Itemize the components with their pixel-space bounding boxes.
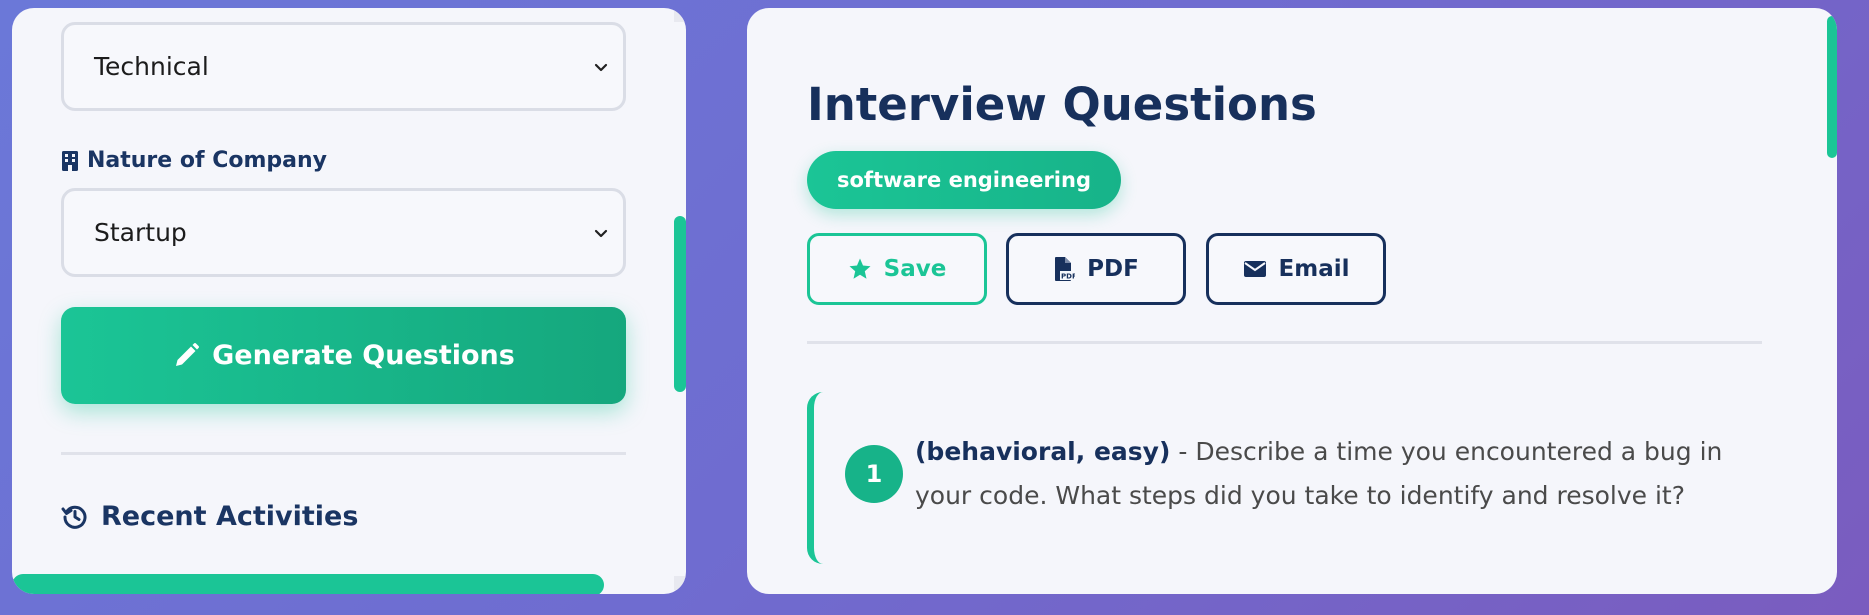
scrollbar-track-bottom bbox=[674, 576, 686, 590]
svg-text:PDF: PDF bbox=[1061, 273, 1075, 281]
question-separator: - bbox=[1170, 437, 1196, 466]
star-icon bbox=[849, 258, 871, 279]
company-nature-value: Startup bbox=[94, 218, 187, 247]
file-pdf-icon: PDF bbox=[1055, 257, 1075, 281]
question-card: 1 (behavioral, easy) - Describe a time y… bbox=[807, 392, 1807, 564]
company-nature-text: Nature of Company bbox=[87, 148, 327, 173]
envelope-icon bbox=[1243, 261, 1266, 277]
form-panel: Technical Nature of Company Startup Gene… bbox=[12, 8, 686, 594]
divider bbox=[61, 452, 626, 455]
email-button[interactable]: Email bbox=[1206, 233, 1386, 305]
generate-questions-button[interactable]: Generate Questions bbox=[61, 307, 626, 404]
save-button[interactable]: Save bbox=[807, 233, 987, 305]
pdf-button[interactable]: PDF PDF bbox=[1006, 233, 1186, 305]
chevron-down-icon bbox=[594, 63, 608, 71]
building-icon bbox=[62, 150, 78, 171]
left-scrollbar[interactable] bbox=[674, 216, 686, 392]
history-icon bbox=[61, 505, 87, 529]
recent-activity-item[interactable] bbox=[12, 574, 604, 594]
question-type-select[interactable]: Technical bbox=[61, 22, 626, 111]
question-type-value: Technical bbox=[94, 52, 209, 81]
question-number: 1 bbox=[845, 445, 903, 503]
recent-activities-heading: Recent Activities bbox=[61, 501, 358, 532]
field-tag: software engineering bbox=[807, 151, 1121, 209]
question-meta: (behavioral, easy) bbox=[915, 437, 1171, 466]
save-label: Save bbox=[883, 256, 947, 282]
email-label: Email bbox=[1278, 256, 1350, 282]
divider bbox=[807, 341, 1762, 344]
pdf-label: PDF bbox=[1087, 256, 1139, 282]
recent-activities-title: Recent Activities bbox=[101, 501, 359, 532]
chevron-down-icon bbox=[594, 229, 608, 237]
company-nature-select[interactable]: Startup bbox=[61, 188, 626, 277]
company-nature-label: Nature of Company bbox=[61, 148, 327, 173]
results-panel: Interview Questions software engineering… bbox=[747, 8, 1837, 594]
question-text: (behavioral, easy) - Describe a time you… bbox=[915, 430, 1775, 518]
scrollbar-track-top bbox=[674, 8, 686, 22]
pencil-icon bbox=[176, 342, 200, 366]
right-scrollbar[interactable] bbox=[1827, 16, 1837, 158]
generate-questions-label: Generate Questions bbox=[212, 340, 515, 371]
page-title: Interview Questions bbox=[807, 78, 1317, 131]
